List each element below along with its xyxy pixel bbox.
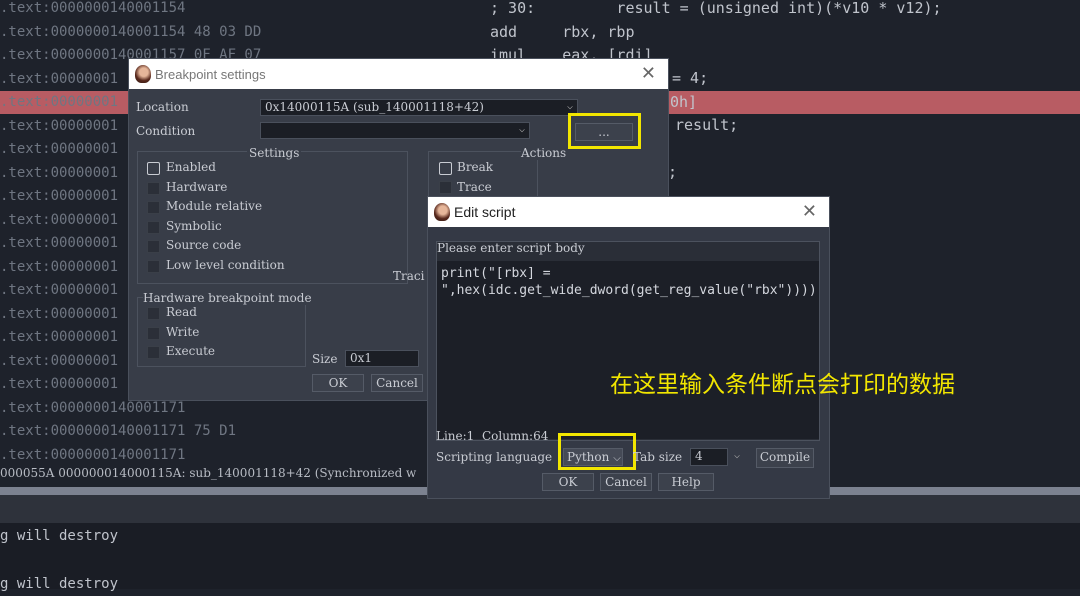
address-line: .text:00000001 [0,164,119,181]
setting-label: Source code [166,238,242,252]
status-line: 000055A 000000014000115A: sub_140001118+… [0,466,417,480]
cancel-button[interactable]: Cancel [371,374,423,392]
chevron-down-icon[interactable]: ⌵ [563,101,577,112]
output-line: g will destroy [0,528,119,544]
title-bar: Breakpoint settings ✕ [129,59,668,89]
cursor-status: Line:1 Column:64 [436,429,549,443]
break-label: Break [457,160,494,174]
trace-label: Trace [457,180,492,194]
actions-title: Actions [521,146,567,160]
address-line: .text:00000001 [0,352,119,369]
setting-checkbox[interactable] [147,201,160,214]
location-label: Location [136,100,189,114]
hw-mode-group [137,297,306,367]
address-line: .text:0000000140001171 [0,446,186,463]
edit-script-dialog: Edit script ✕ Please enter script body pr… [427,196,830,499]
address-line: .text:00000001 [0,117,119,134]
output-window: g will destroy g will destroy [0,523,1080,592]
instruction-line: ; 30: result = (unsigned int)(*v10 * v12… [490,0,942,17]
hw-mode-label: Execute [166,344,216,358]
size-label: Size [312,352,338,366]
chevron-down-icon[interactable]: ⌵ [515,124,529,135]
settings-title: Settings [247,146,302,160]
setting-label: Hardware [166,179,228,194]
setting-label: Module relative [166,199,263,213]
address-line: .text:00000001 [0,211,119,228]
address-line: .text:0000000140001154 [0,0,186,16]
dialog-title: Edit script [454,204,516,220]
setting-label: Enabled [166,160,216,174]
address-line: .text:00000001 [0,329,119,345]
instruction-line: add rbx, rbp [490,22,635,41]
address-line: .text:00000001 [0,258,119,275]
address-line: .text:0000000140001171 75 D1 [0,423,237,439]
hw-mode-label: Read [166,305,197,319]
script-editor[interactable]: print("[rbx] = ",hex(idc.get_wide_dword(… [437,261,819,439]
code-fragment: ; [668,163,678,181]
hw-mode-title: Hardware breakpoint mode [143,291,312,305]
tracing-label: Traci [393,269,425,283]
close-icon[interactable]: ✕ [802,201,817,222]
tab-size-label: Tab size [633,450,683,464]
trace-checkbox[interactable] [439,181,452,194]
app-icon [135,65,151,83]
setting-label: Low level condition [166,257,285,272]
setting-checkbox[interactable] [147,220,160,234]
hw-mode-label: Write [166,324,200,339]
highlight-box [568,113,641,149]
address-line: .text:00000001 [0,305,119,322]
highlight-box [558,433,636,470]
address-line: .text:00000001 [0,235,119,251]
app-icon [434,203,450,221]
hw-mode-checkbox[interactable] [147,326,160,340]
setting-checkbox[interactable] [147,181,160,195]
hw-mode-checkbox[interactable] [147,307,160,320]
condition-input[interactable] [260,122,530,139]
setting-checkbox[interactable] [147,162,160,175]
close-icon[interactable]: ✕ [641,63,656,84]
dialog-title: Breakpoint settings [155,66,266,82]
setting-checkbox[interactable] [147,259,160,273]
panel-header [0,495,1080,523]
hw-mode-checkbox[interactable] [147,346,160,359]
break-checkbox[interactable] [439,162,452,175]
tab-size-input[interactable]: 4 [690,448,728,466]
ok-button[interactable]: OK [312,374,364,392]
code-fragment: 0h] [670,93,698,111]
address-line: .text:00000001 [0,70,119,87]
output-line: g will destroy [0,576,119,592]
annotation-text: 在这里输入条件断点会打印的数据 [610,372,955,398]
cancel-button[interactable]: Cancel [600,473,652,491]
compile-button[interactable]: Compile [756,448,814,468]
address-line: .text:00000001 [0,141,119,157]
location-input[interactable]: 0x14000115A (sub_140001118+42) [260,99,578,116]
setting-label: Symbolic [166,218,222,233]
help-button[interactable]: Help [658,473,714,491]
size-input[interactable]: 0x1 [345,350,419,367]
ok-button[interactable]: OK [542,473,594,491]
code-fragment: = 4; [672,69,709,87]
address-line: .text:00000001 [0,94,119,110]
setting-checkbox[interactable] [147,240,160,253]
address-line: .text:00000001 [0,188,119,204]
code-fragment: result; [675,116,739,134]
title-bar: Edit script ✕ [428,197,829,227]
address-line: .text:00000001 [0,376,119,392]
address-line: .text:00000001 [0,282,119,298]
address-line: .text:0000000140001154 48 03 DD [0,23,262,40]
script-prompt: Please enter script body [437,241,585,255]
chevron-down-icon[interactable]: ⌵ [730,450,744,461]
language-label: Scripting language [436,450,553,464]
condition-label: Condition [136,124,196,138]
